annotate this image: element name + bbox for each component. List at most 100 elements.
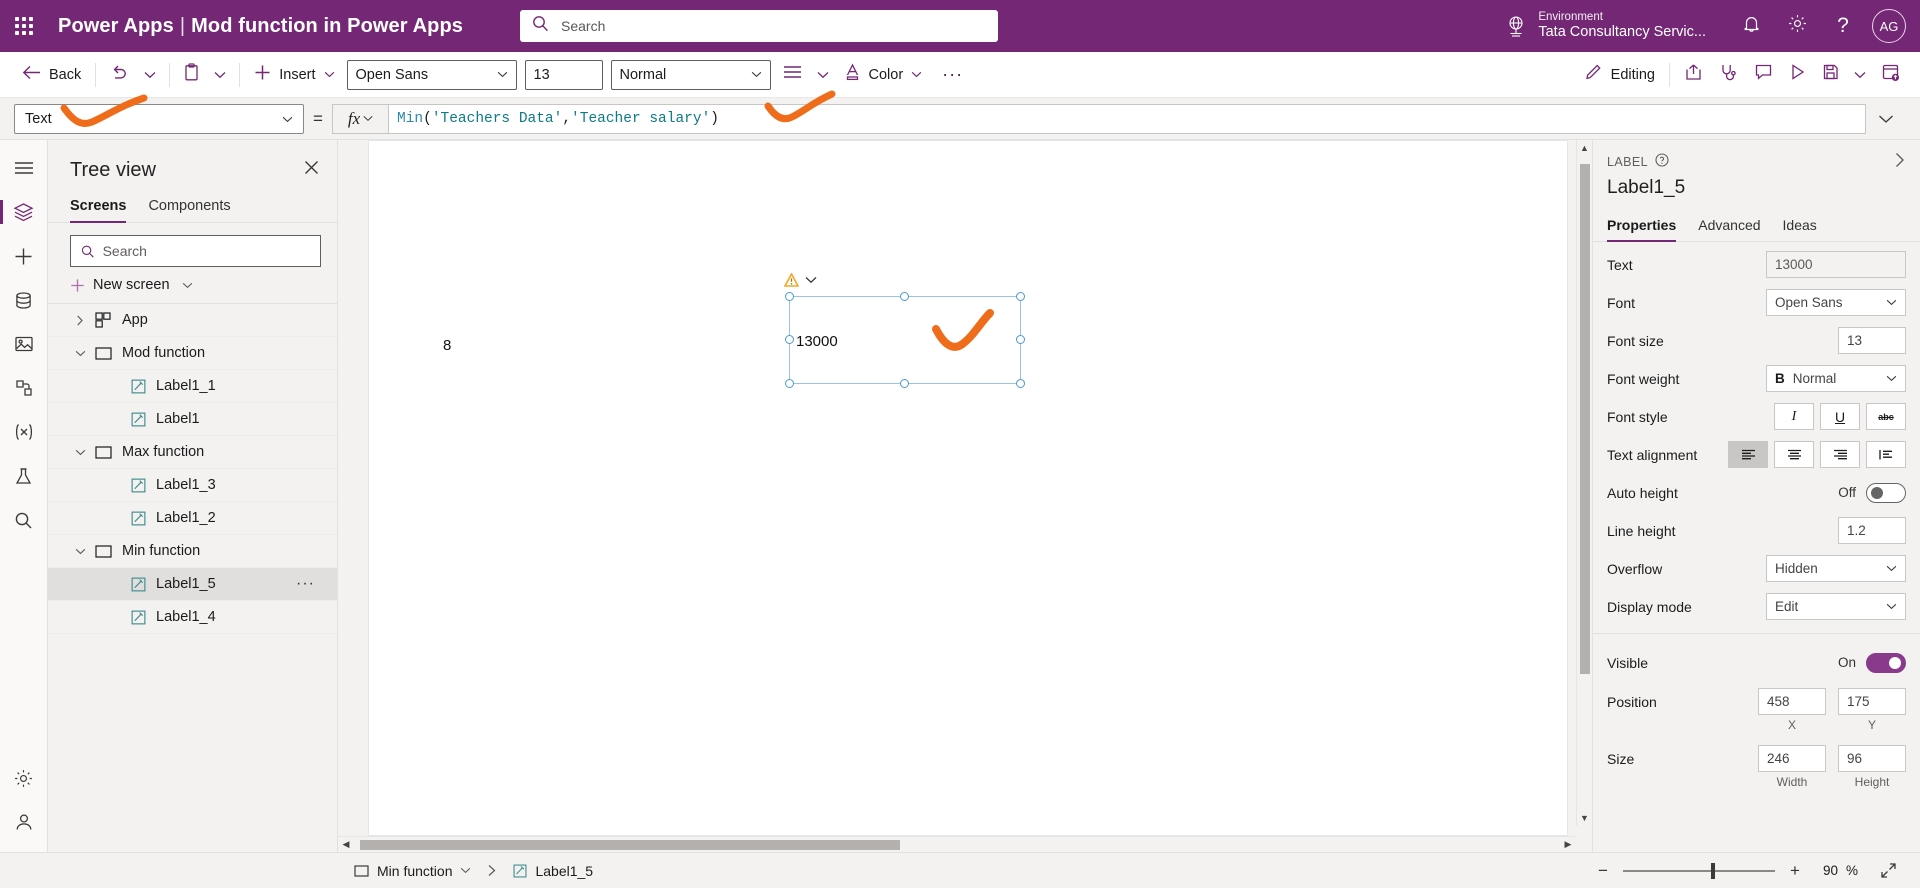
rail-settings-button[interactable] — [0, 756, 48, 800]
save-dropdown[interactable] — [1847, 58, 1873, 92]
preview-app-button[interactable] — [1781, 58, 1814, 92]
canvas-vertical-scroll-thumb[interactable] — [1580, 164, 1590, 674]
zoom-in-button[interactable]: + — [1779, 856, 1811, 886]
chevron-down-icon[interactable] — [805, 276, 817, 284]
property-value-line-height[interactable]: 1.2 — [1838, 517, 1906, 544]
property-value-display-mode[interactable]: Edit — [1766, 593, 1906, 620]
visible-toggle[interactable] — [1866, 652, 1906, 673]
font-weight-select[interactable]: Normal — [610, 59, 771, 90]
canvas-vertical-scrollbar[interactable]: ▲ ▼ — [1576, 140, 1592, 826]
resize-handle-top-left[interactable] — [785, 292, 794, 301]
help-circle-icon[interactable] — [1655, 153, 1669, 170]
undo-dropdown[interactable] — [137, 58, 163, 92]
tree-item-min-function[interactable]: Min function — [48, 535, 337, 568]
scroll-up-arrow[interactable]: ▲ — [1577, 140, 1592, 156]
size-height-input[interactable]: 96 — [1838, 745, 1906, 772]
control-warning-badge[interactable] — [784, 273, 817, 287]
color-button[interactable]: Color — [836, 58, 931, 92]
chevron-right-icon[interactable] — [70, 315, 90, 326]
size-width-input[interactable]: 246 — [1758, 745, 1826, 772]
scroll-right-arrow[interactable]: ▶ — [1560, 837, 1576, 853]
publish-button[interactable] — [1873, 58, 1908, 92]
canvas-horizontal-scrollbar[interactable]: ◀ ▶ — [338, 836, 1576, 852]
zoom-slider[interactable] — [1622, 856, 1775, 886]
resize-handle-top-right[interactable] — [1016, 292, 1025, 301]
paste-button[interactable] — [176, 58, 207, 92]
zoom-slider-knob[interactable] — [1710, 862, 1715, 879]
scroll-left-arrow[interactable]: ◀ — [338, 837, 354, 853]
zoom-out-button[interactable]: − — [1587, 856, 1619, 886]
fit-to-screen-button[interactable] — [1872, 856, 1904, 886]
property-value-font[interactable]: Open Sans — [1766, 289, 1906, 316]
tab-properties[interactable]: Properties — [1607, 211, 1677, 242]
align-left-button[interactable] — [1728, 441, 1768, 468]
tree-item-label1-1[interactable]: Label1_1 — [48, 370, 337, 403]
tab-screens[interactable]: Screens — [70, 192, 127, 223]
formula-expand-button[interactable] — [1866, 114, 1906, 124]
property-value-overflow[interactable]: Hidden — [1766, 555, 1906, 582]
breadcrumb-screen[interactable]: Min function — [348, 863, 477, 879]
expand-properties-button[interactable] — [1894, 152, 1906, 171]
tab-components[interactable]: Components — [148, 192, 230, 222]
font-family-select[interactable]: Open Sans — [346, 59, 517, 90]
rail-data-button[interactable] — [0, 278, 48, 322]
font-size-select[interactable]: 13 — [524, 59, 603, 90]
scroll-down-arrow[interactable]: ▼ — [1577, 810, 1592, 826]
tree-search-input[interactable] — [102, 243, 310, 259]
more-commands-button[interactable]: ··· — [930, 64, 975, 85]
property-value-font-weight[interactable]: B Normal — [1766, 365, 1906, 392]
avatar[interactable]: AG — [1872, 9, 1906, 43]
tree-item-app[interactable]: App — [48, 304, 337, 337]
rail-tests-button[interactable] — [0, 454, 48, 498]
position-y-input[interactable]: 175 — [1838, 688, 1906, 715]
tree-item-max-function[interactable]: Max function — [48, 436, 337, 469]
breadcrumb-control[interactable]: Label1_5 — [507, 863, 599, 879]
tree-item-label1-4[interactable]: Label1_4 — [48, 601, 337, 634]
close-tree-view-button[interactable] — [300, 156, 323, 184]
fx-button[interactable]: fx — [332, 103, 388, 134]
rail-variables-button[interactable] — [0, 410, 48, 454]
resize-handle-bottom-center[interactable] — [900, 379, 909, 388]
underline-button[interactable]: U — [1820, 403, 1860, 430]
text-align-dropdown[interactable] — [810, 58, 836, 92]
tree-search[interactable] — [70, 235, 321, 267]
property-value-text[interactable]: 13000 — [1766, 251, 1906, 278]
formula-input[interactable]: Min('Teachers Data', 'Teacher salary') — [388, 103, 1866, 134]
app-launcher-button[interactable] — [0, 17, 48, 35]
rail-insert-button[interactable] — [0, 234, 48, 278]
rail-media-button[interactable] — [0, 322, 48, 366]
chevron-down-icon[interactable] — [70, 350, 90, 357]
app-canvas[interactable]: 8 13000 — [368, 140, 1568, 836]
tab-ideas[interactable]: Ideas — [1783, 211, 1817, 241]
resize-handle-middle-left[interactable] — [785, 335, 794, 344]
resize-handle-middle-right[interactable] — [1016, 335, 1025, 344]
search-input[interactable] — [561, 18, 986, 34]
align-justify-button[interactable] — [1866, 441, 1906, 468]
chevron-down-icon[interactable] — [70, 449, 90, 456]
strikethrough-button[interactable]: abc — [1866, 403, 1906, 430]
tree-item-mod-function[interactable]: Mod function — [48, 337, 337, 370]
selected-label-control[interactable]: 13000 — [784, 273, 1025, 388]
global-search[interactable] — [520, 10, 998, 42]
align-right-button[interactable] — [1820, 441, 1860, 468]
property-select[interactable]: Text — [14, 103, 304, 134]
rail-account-button[interactable] — [0, 800, 48, 844]
chevron-down-icon[interactable] — [70, 548, 90, 555]
canvas-horizontal-scroll-thumb[interactable] — [360, 840, 900, 850]
share-button[interactable] — [1676, 58, 1711, 92]
new-screen-button[interactable]: New screen — [48, 267, 337, 304]
insert-button[interactable]: Insert — [246, 58, 342, 92]
notifications-button[interactable] — [1728, 4, 1774, 48]
position-x-input[interactable]: 458 — [1758, 688, 1826, 715]
resize-handle-top-center[interactable] — [900, 292, 909, 301]
settings-button[interactable] — [1774, 4, 1820, 48]
tree-item-label1-2[interactable]: Label1_2 — [48, 502, 337, 535]
tree-item-label1[interactable]: Label1 — [48, 403, 337, 436]
tree-item-more-button[interactable]: ··· — [296, 575, 315, 593]
undo-button[interactable] — [102, 58, 137, 92]
italic-button[interactable]: I — [1774, 403, 1814, 430]
save-button[interactable] — [1814, 58, 1847, 92]
help-button[interactable]: ? — [1820, 4, 1866, 48]
rail-search-button[interactable] — [0, 498, 48, 542]
environment-picker[interactable]: Environment Tata Consultancy Servic... — [1504, 11, 1706, 41]
